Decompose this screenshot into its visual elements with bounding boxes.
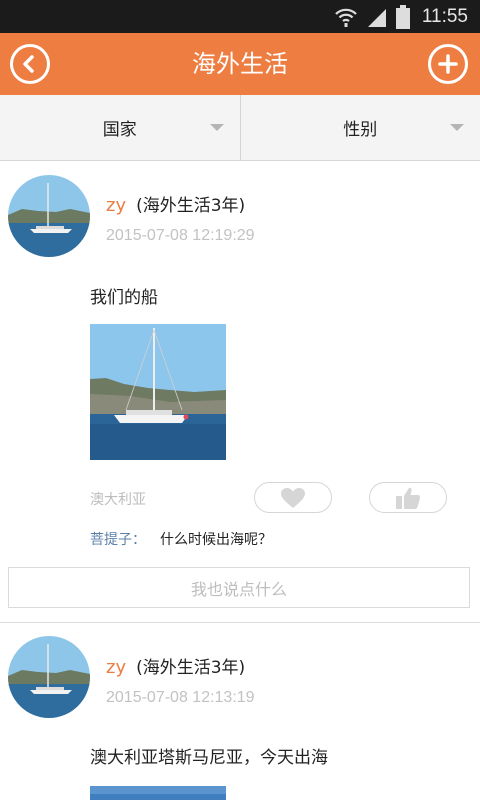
post-photo[interactable] (90, 324, 226, 460)
country-filter-label: 国家 (102, 120, 137, 140)
plus-icon (438, 54, 458, 74)
avatar[interactable] (8, 175, 90, 257)
post-text: 澳大利亚塔斯马尼亚，今天出海 (90, 748, 328, 768)
user-name[interactable]: zy (106, 657, 126, 678)
post-card: zy (海外生活3年) 2015-07-08 12:19:29 我们的船 澳大利亚 (0, 161, 480, 623)
battery-icon (395, 5, 410, 29)
user-tenure: (海外生活3年) (136, 196, 246, 216)
thumbs-up-icon (396, 487, 421, 509)
add-post-button[interactable] (428, 44, 468, 84)
status-icons: 11:55 (334, 4, 468, 30)
post-text: 我们的船 (90, 288, 158, 308)
avatar[interactable] (8, 636, 90, 718)
comment-text: 什么时候出海呢？ (160, 532, 272, 548)
status-bar: 11:55 (0, 0, 480, 33)
filter-bar: 国家 性别 (0, 95, 480, 161)
reply-input[interactable]: 我也说点什么 (8, 567, 470, 608)
comment-author[interactable]: 菩提子： (90, 532, 146, 548)
wifi-icon (335, 8, 357, 27)
country-filter[interactable]: 国家 (0, 95, 240, 160)
gender-filter-label: 性别 (343, 120, 378, 140)
clock: 11:55 (421, 6, 468, 27)
dropdown-arrow-icon (209, 124, 224, 131)
post-photo[interactable] (90, 786, 226, 800)
post-timestamp: 2015-07-08 12:13:19 (106, 689, 255, 706)
comment: 菩提子： 什么时候出海呢？ (90, 529, 272, 549)
post-location: 澳大利亚 (90, 492, 146, 508)
gender-filter[interactable]: 性别 (239, 95, 480, 160)
page-title: 海外生活 (192, 50, 288, 78)
user-tenure: (海外生活3年) (136, 658, 246, 678)
like-button[interactable] (254, 482, 332, 513)
post-timestamp: 2015-07-08 12:19:29 (106, 227, 255, 244)
heart-icon (281, 487, 305, 508)
user-name[interactable]: zy (106, 195, 126, 216)
app-header: 海外生活 (0, 33, 480, 95)
post-author-line: zy (海外生活3年) (106, 191, 245, 216)
signal-icon (367, 9, 386, 27)
dropdown-arrow-icon (450, 124, 464, 131)
post-author-line: zy (海外生活3年) (106, 653, 245, 678)
thumbs-up-button[interactable] (369, 482, 447, 513)
